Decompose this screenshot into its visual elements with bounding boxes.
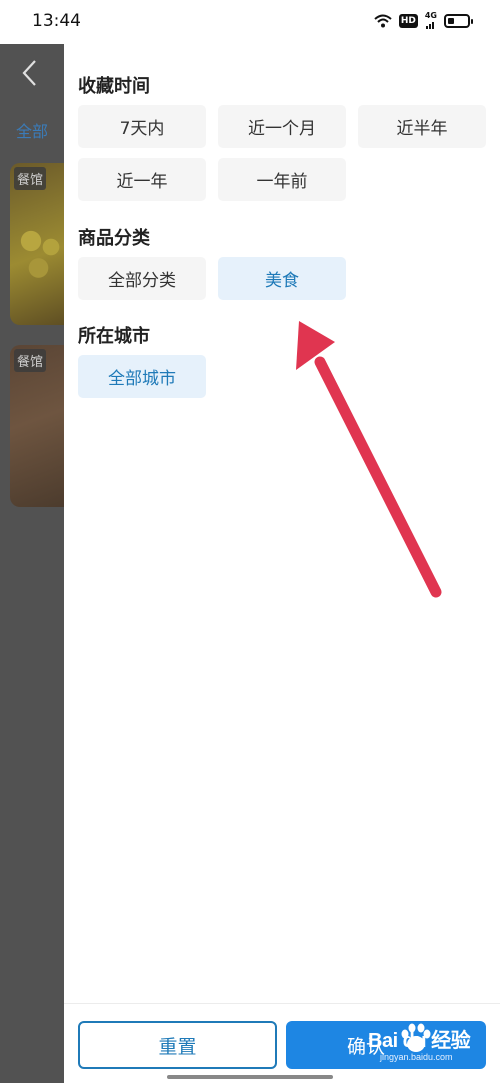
chip-category-all[interactable]: 全部分类 [78,257,206,300]
section-title-category: 商品分类 [78,228,150,249]
chip-time-1year[interactable]: 近一年 [78,158,206,201]
hd-badge: HD [398,13,418,28]
status-time: 13:44 [32,11,81,31]
list-item[interactable]: 餐馆 [10,345,64,507]
reset-button[interactable]: 重置 [78,1021,277,1069]
chip-category-food[interactable]: 美食 [218,257,346,300]
baidu-jingyan-watermark: Bai du 经验 jingyan.baidu.com [356,1020,480,1070]
chip-time-halfyear[interactable]: 近半年 [358,105,486,148]
status-icons: HD 4G [374,12,473,29]
network-type: 4G [424,11,437,20]
tab-all[interactable]: 全部 [16,118,48,142]
battery-icon [444,13,473,28]
category-badge: 餐馆 [14,167,47,190]
signal-icon: 4G [425,12,437,29]
filter-drawer: 收藏时间 7天内 近一个月 近半年 近一年 一年前 商品分类 全部分类 美食 所… [64,44,500,1083]
section-title-time: 收藏时间 [78,76,150,97]
chip-city-all[interactable]: 全部城市 [78,355,206,398]
chip-time-1month[interactable]: 近一个月 [218,105,346,148]
wifi-icon [374,14,392,27]
watermark-logo-text: Bai du 经验 [368,1030,471,1052]
chevron-left-icon[interactable] [20,58,40,88]
background-page-overlay[interactable]: 全部 餐馆 餐馆 [0,44,64,1083]
list-item[interactable]: 餐馆 [10,163,64,325]
chip-time-7days[interactable]: 7天内 [78,105,206,148]
chip-time-over1year[interactable]: 一年前 [218,158,346,201]
category-badge: 餐馆 [14,349,47,372]
status-bar: 13:44 HD 4G [0,0,500,44]
watermark-url: jingyan.baidu.com [380,1052,453,1062]
section-title-city: 所在城市 [78,326,150,347]
home-indicator [167,1075,333,1079]
